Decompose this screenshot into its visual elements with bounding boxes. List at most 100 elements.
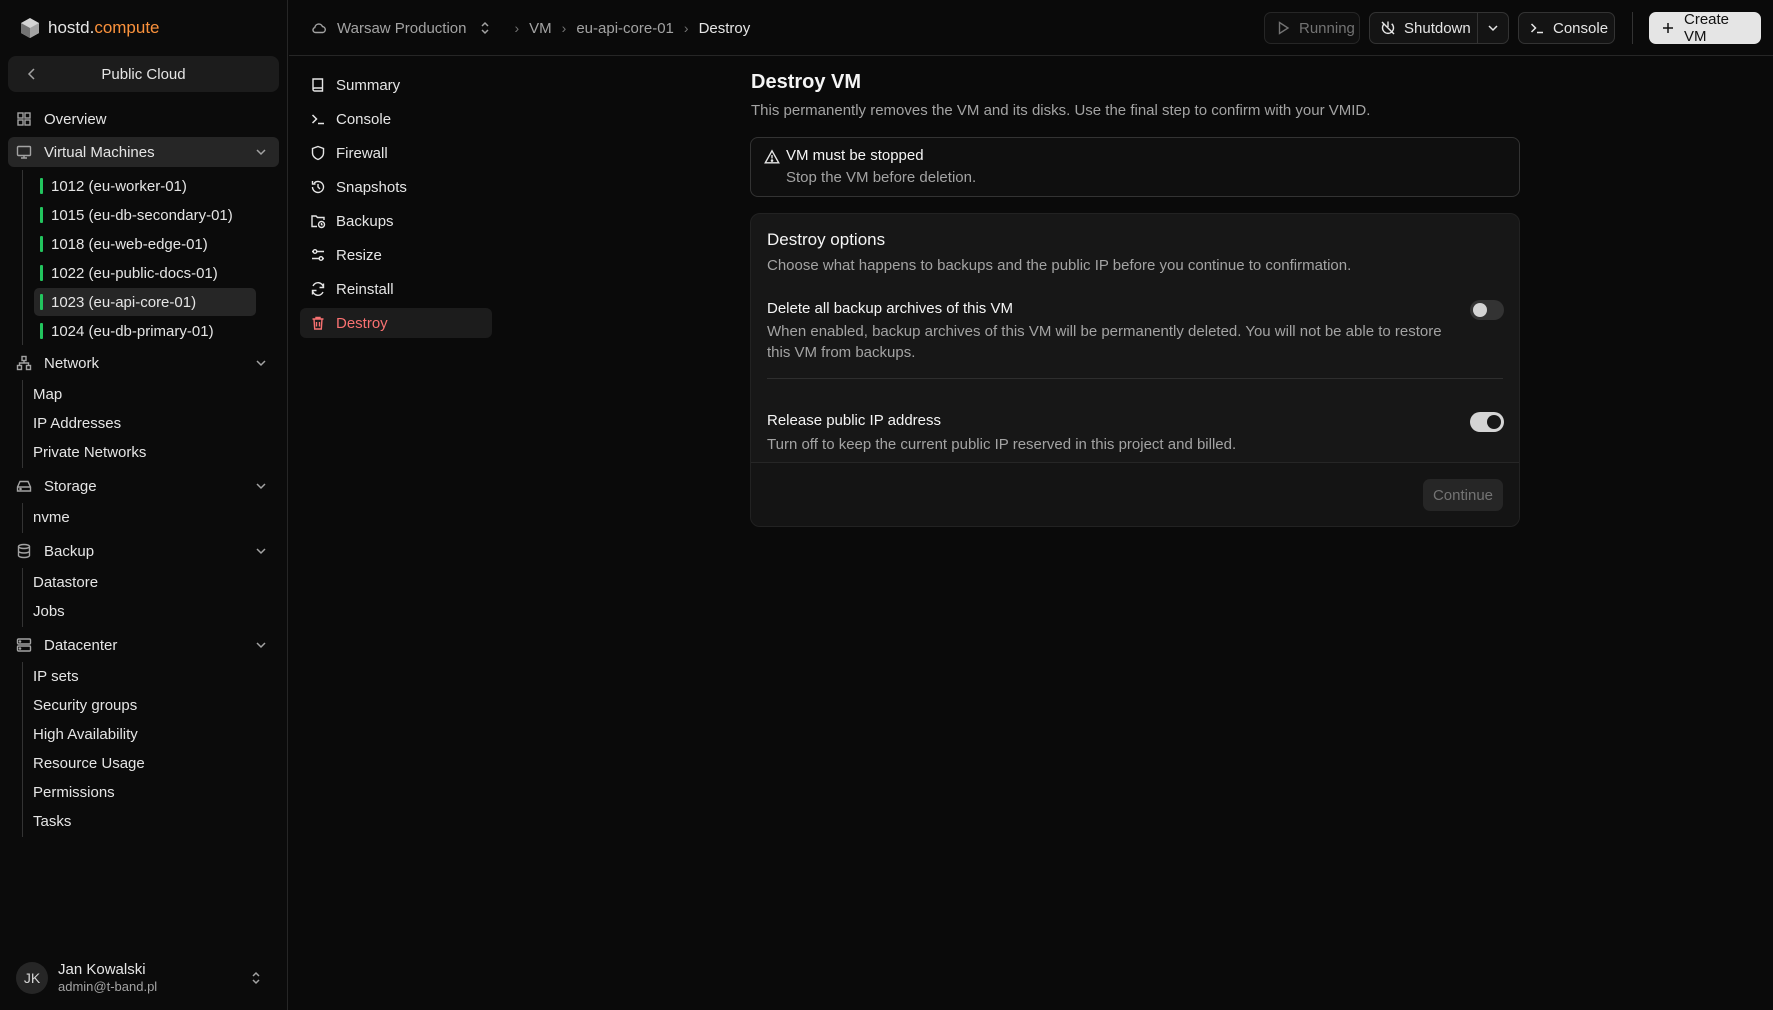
- release-ip-toggle[interactable]: [1470, 412, 1504, 432]
- option-release-ip-title: Release public IP address: [767, 412, 941, 429]
- terminal-icon: [1529, 20, 1545, 36]
- sidebar-item-jobs[interactable]: Jobs: [33, 597, 65, 625]
- subnav-reinstall[interactable]: Reinstall: [300, 274, 492, 304]
- chevron-right-icon: ›: [561, 20, 567, 36]
- chevron-left-icon: [24, 66, 40, 82]
- project-selector[interactable]: Warsaw Production: [337, 20, 467, 37]
- running-status-button[interactable]: Running: [1264, 12, 1360, 44]
- warning-alert: VM must be stopped Stop the VM before de…: [750, 137, 1520, 197]
- subnav-destroy[interactable]: Destroy: [300, 308, 492, 338]
- chevron-right-icon: ›: [514, 20, 520, 36]
- subnav-resize[interactable]: Resize: [300, 240, 492, 270]
- vm-item-1015[interactable]: 1015 (eu-db-secondary-01): [34, 201, 256, 229]
- subnav-backups[interactable]: Backups: [300, 206, 492, 236]
- subnav-firewall[interactable]: Firewall: [300, 138, 492, 168]
- chevrons-up-down-icon[interactable]: [477, 20, 493, 36]
- power-off-icon: [1380, 20, 1396, 36]
- play-icon: [1275, 20, 1291, 36]
- sidebar-item-private-networks[interactable]: Private Networks: [33, 438, 146, 466]
- backup-submenu: Datastore Jobs: [22, 568, 98, 627]
- vm-item-1022[interactable]: 1022 (eu-public-docs-01): [34, 259, 256, 287]
- toggle-knob: [1473, 303, 1487, 317]
- option-delete-backups-description: When enabled, backup archives of this VM…: [767, 323, 1442, 361]
- chevron-down-icon: [253, 144, 269, 160]
- subnav-snapshots[interactable]: Snapshots: [300, 172, 492, 202]
- shutdown-button[interactable]: Shutdown: [1369, 12, 1478, 44]
- sidebar-item-datacenter[interactable]: Datacenter: [8, 630, 279, 660]
- terminal-icon: [310, 111, 326, 127]
- page-title: Destroy VM: [751, 71, 862, 93]
- sidebar-item-backup[interactable]: Backup: [8, 536, 279, 566]
- sidebar-item-map[interactable]: Map: [33, 380, 62, 408]
- chevron-down-icon: [1485, 20, 1501, 36]
- sidebar-item-overview[interactable]: Overview: [8, 104, 279, 134]
- toggle-knob: [1487, 415, 1501, 429]
- shield-icon: [310, 145, 326, 161]
- sliders-icon: [310, 247, 326, 263]
- subnav-summary[interactable]: Summary: [300, 70, 492, 100]
- delete-backups-toggle[interactable]: [1470, 300, 1504, 320]
- status-indicator: [40, 265, 43, 281]
- server-icon: [16, 637, 32, 653]
- chevron-down-icon: [253, 355, 269, 371]
- plus-icon: [1660, 20, 1676, 36]
- avatar: JK: [16, 962, 48, 994]
- sidebar-item-storage[interactable]: Storage: [8, 471, 279, 501]
- user-info: Jan Kowalski admin@t-band.pl: [58, 961, 157, 995]
- create-vm-button[interactable]: Create VM: [1649, 11, 1761, 45]
- datacenter-submenu: IP sets Security groups High Availabilit…: [22, 662, 145, 837]
- sidebar-item-security-groups[interactable]: Security groups: [33, 691, 137, 719]
- breadcrumb-current: Destroy: [698, 19, 751, 37]
- toolbar-divider: [1632, 12, 1633, 44]
- sidebar-item-virtual-machines[interactable]: Virtual Machines: [8, 137, 279, 167]
- sidebar-item-high-availability[interactable]: High Availability: [33, 720, 138, 748]
- sidebar-item-tasks[interactable]: Tasks: [33, 807, 71, 835]
- chevron-down-icon: [253, 543, 269, 559]
- shutdown-options-dropdown[interactable]: [1477, 12, 1509, 44]
- vm-item-1024[interactable]: 1024 (eu-db-primary-01): [34, 317, 256, 345]
- sidebar-item-datastore[interactable]: Datastore: [33, 568, 98, 596]
- sidebar-item-ip-sets[interactable]: IP sets: [33, 662, 79, 690]
- breadcrumb: Warsaw Production › VM › eu-api-core-01 …: [311, 16, 750, 40]
- sidebar-item-resource-usage[interactable]: Resource Usage: [33, 749, 145, 777]
- sidebar: hostd.compute Public Cloud Overview Virt…: [0, 0, 288, 1010]
- chevron-down-icon: [253, 637, 269, 653]
- brand-name: hostd.compute: [48, 18, 160, 37]
- status-indicator: [40, 323, 43, 339]
- card-title: Destroy options: [767, 230, 886, 249]
- option-release-ip-description: Turn off to keep the current public IP r…: [767, 436, 1237, 453]
- project-type-switcher[interactable]: Public Cloud: [8, 56, 279, 92]
- grid-icon: [16, 111, 32, 127]
- brand[interactable]: hostd.compute: [18, 16, 160, 40]
- card-description: Choose what happens to backups and the p…: [767, 257, 1352, 274]
- subnav-console[interactable]: Console: [300, 104, 492, 134]
- book-icon: [310, 77, 326, 93]
- breadcrumb-vm[interactable]: VM: [529, 20, 552, 37]
- trash-icon: [310, 315, 326, 331]
- cube-logo-icon: [18, 16, 42, 40]
- sidebar-item-ip-addresses[interactable]: IP Addresses: [33, 409, 121, 437]
- vm-list: 1012 (eu-worker-01) 1015 (eu-db-secondar…: [22, 170, 256, 345]
- continue-button[interactable]: Continue: [1422, 479, 1503, 511]
- status-indicator: [40, 178, 43, 194]
- vm-item-1012[interactable]: 1012 (eu-worker-01): [34, 172, 256, 200]
- top-bar: Warsaw Production › VM › eu-api-core-01 …: [289, 0, 1773, 56]
- console-button[interactable]: Console: [1518, 12, 1615, 44]
- hard-drive-icon: [16, 478, 32, 494]
- vm-item-1018[interactable]: 1018 (eu-web-edge-01): [34, 230, 256, 258]
- status-indicator: [40, 236, 43, 252]
- switcher-label: Public Cloud: [101, 65, 186, 83]
- option-delete-backups-title: Delete all backup archives of this VM: [767, 300, 1013, 317]
- monitor-icon: [16, 144, 32, 160]
- sidebar-item-permissions[interactable]: Permissions: [33, 778, 115, 806]
- status-indicator: [40, 207, 43, 223]
- sidebar-item-network[interactable]: Network: [8, 348, 279, 378]
- page-description: This permanently removes the VM and its …: [751, 102, 1371, 119]
- refresh-icon: [310, 281, 326, 297]
- status-indicator: [40, 294, 43, 310]
- sidebar-item-nvme[interactable]: nvme: [33, 503, 70, 531]
- breadcrumb-vm-name[interactable]: eu-api-core-01: [576, 20, 674, 37]
- vm-item-1023[interactable]: 1023 (eu-api-core-01): [34, 288, 256, 316]
- card-footer: Continue: [751, 462, 1519, 526]
- user-menu[interactable]: JK Jan Kowalski admin@t-band.pl: [16, 958, 272, 998]
